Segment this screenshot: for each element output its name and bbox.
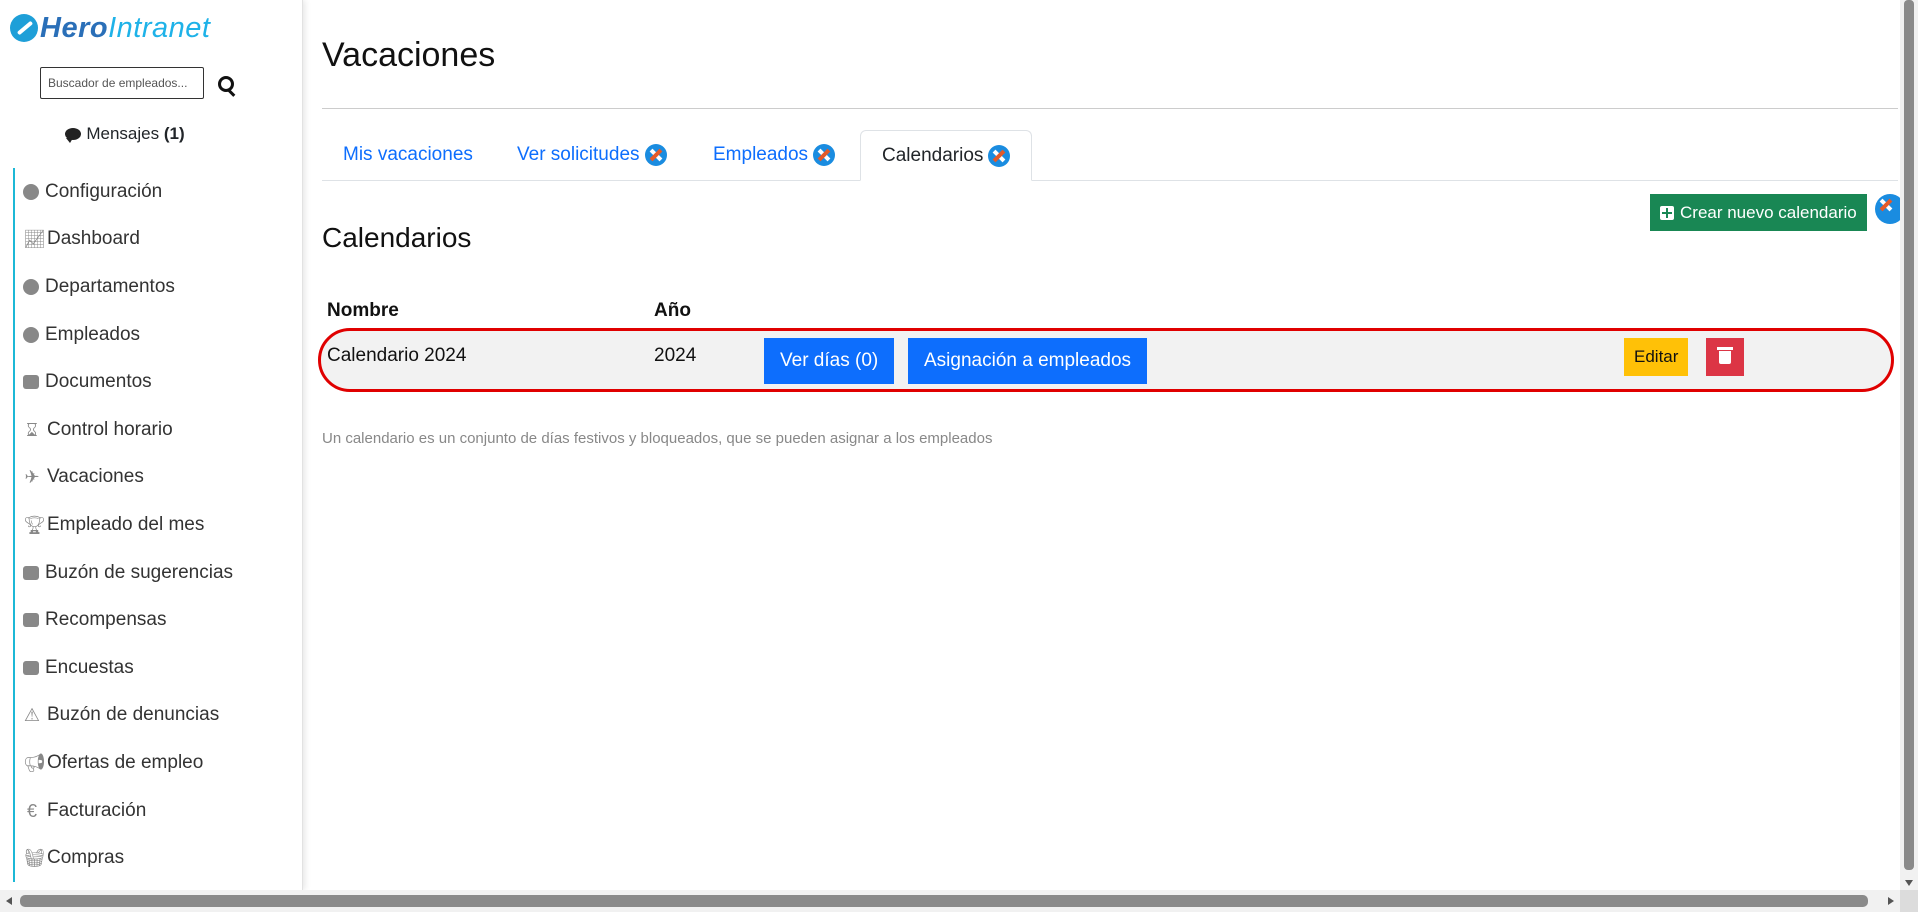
sidebar-item-label: Empleados [45,323,141,345]
tab-mis-vacaciones[interactable]: Mis vacaciones [322,130,494,180]
chart-line-icon: 📈︎ [23,229,46,250]
plus-square-icon [1660,205,1674,220]
tab-ver-solicitudes[interactable]: Ver solicitudes [496,130,688,180]
horizontal-scroll-thumb[interactable] [20,895,1868,907]
calendar-year: 2024 [654,345,697,366]
tab-label: Empleados [713,144,809,165]
sidebar-item-buzon-denuncias[interactable]: ⚠︎ Buzón de denuncias [13,691,233,740]
calendar-name: Calendario 2024 [327,345,467,366]
sidebar-item-label: Compras [47,847,125,869]
trash-lid [1717,347,1733,350]
clipboard-icon [23,660,39,675]
hourglass-icon: ⌛︎ [26,419,38,440]
bullhorn-icon: 📢︎ [23,752,46,773]
scroll-down-arrow-icon[interactable] [1905,880,1913,886]
warning-icon: ⚠︎ [23,705,41,726]
horizontal-scrollbar[interactable] [0,890,1900,912]
users-icon [23,278,39,295]
trophy-icon: 🏆︎ [23,514,46,535]
sidebar-item-facturacion[interactable]: € Facturación [13,786,233,835]
sidebar-item-label: Buzón de sugerencias [45,561,234,583]
scroll-left-arrow-icon[interactable] [6,897,12,905]
employee-search-input[interactable] [40,67,204,99]
sidebar-item-configuracion[interactable]: Configuración [13,168,233,216]
sidebar-item-label: Buzón de denuncias [47,704,220,726]
admin-tools-icon [813,144,836,166]
tab-label: Mis vacaciones [343,144,473,165]
table-row: Calendario 2024 2024 Ver días (0) Asigna… [318,328,1894,392]
admin-tools-icon [644,144,667,166]
envelope-open-icon [23,565,39,580]
create-calendar-label: Crear nuevo calendario [1680,202,1857,222]
sidebar-item-recompensas[interactable]: Recompensas [13,596,233,644]
scrollbar-corner [1900,890,1918,912]
sidebar-item-label: Departamentos [45,275,175,297]
logo-hero-text: Hero [40,11,109,44]
sidebar-item-dashboard[interactable]: 📈︎ Dashboard [13,215,233,264]
scroll-right-arrow-icon[interactable] [1888,897,1894,905]
sidebar-item-label: Recompensas [45,609,167,631]
comment-icon [65,128,82,143]
title-divider [322,108,1898,109]
column-header-year: Año [654,300,691,321]
sidebar-item-label: Configuración [45,180,163,202]
gifts-icon [23,613,39,628]
trash-icon [1719,351,1731,364]
delete-button[interactable] [1706,338,1744,376]
messages-label: Mensajes [86,124,160,143]
plane-icon: ✈︎ [24,467,40,488]
sidebar-item-control-horario[interactable]: ⌛︎ Control horario [13,405,233,454]
sidebar-item-label: Documentos [45,371,152,393]
folder-icon [23,375,39,390]
search-icon[interactable] [212,68,240,98]
sidebar-item-ofertas-empleo[interactable]: 📢︎ Ofertas de empleo [13,739,233,787]
user-icon [23,326,39,343]
vacation-tabs: Mis vacaciones Ver solicitudes Empleados… [322,130,1898,181]
sidebar-item-buzon-sugerencias[interactable]: Buzón de sugerencias [13,548,234,597]
edit-button[interactable]: Editar [1624,338,1689,376]
tab-label: Calendarios [882,144,984,166]
gear-icon [23,183,39,200]
sidebar-item-label: Control horario [47,418,173,440]
tab-calendarios[interactable]: Calendarios [860,130,1033,181]
sidebar-item-label: Ofertas de empleo [47,751,204,773]
view-days-button[interactable]: Ver días (0) [764,338,895,384]
sidebar-item-documentos[interactable]: Documentos [13,358,233,406]
sidebar-item-label: Empleado del mes [47,513,205,535]
tab-empleados[interactable]: Empleados [692,130,856,180]
section-title: Calendarios [322,222,472,253]
sidebar-item-encuestas[interactable]: Encuestas [13,643,233,692]
tab-label: Ver solicitudes [517,144,640,165]
sidebar-item-label: Dashboard [47,228,140,250]
sidebar-item-vacaciones[interactable]: ✈︎ Vacaciones [13,453,233,502]
logo-intranet-text: Intranet [108,11,211,44]
vertical-scrollbar[interactable] [1900,0,1918,890]
sidebar-item-label: Vacaciones [47,466,144,488]
sidebar-item-departamentos[interactable]: Departamentos [13,263,233,311]
page-title: Vacaciones [322,36,496,74]
help-text: Un calendario es un conjunto de días fes… [322,430,993,447]
sidebar: Hero Intranet Mensajes (1) Configuración… [0,0,303,890]
employee-search [40,67,240,99]
main-content: Vacaciones Mis vacaciones Ver solicitude… [318,0,1905,890]
euro-icon: € [26,800,37,821]
sidebar-item-empleado-del-mes[interactable]: 🏆︎ Empleado del mes [13,501,233,549]
messages-link[interactable]: Mensajes (1) [0,124,250,144]
herointranet-logo[interactable]: Hero Intranet [10,8,210,48]
vertical-scroll-thumb[interactable] [1904,0,1914,870]
messages-count: (1) [163,124,185,143]
assign-employees-button[interactable]: Asignación a empleados [908,338,1148,384]
sidebar-menu: Configuración 📈︎ Dashboard Departamentos … [13,168,233,882]
sidebar-item-label: Facturación [47,799,147,821]
column-header-name: Nombre [327,300,399,321]
admin-tools-icon [988,144,1011,167]
create-calendar-button[interactable]: Crear nuevo calendario [1650,194,1867,231]
sidebar-item-compras[interactable]: 🧺︎ Compras [13,834,233,882]
basket-icon: 🧺︎ [23,848,46,869]
sidebar-item-empleados[interactable]: Empleados [13,310,233,359]
logo-mark-icon [10,14,38,42]
sidebar-item-label: Encuestas [45,656,134,678]
